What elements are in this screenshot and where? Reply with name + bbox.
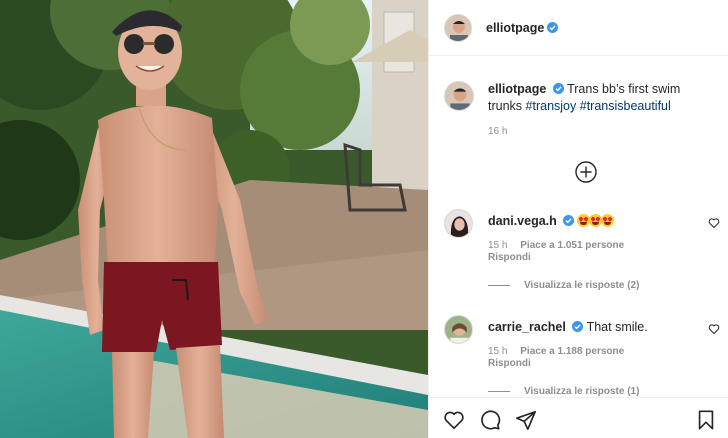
post-sidebar: elliotpage elliotpage Trans bb’s first s…	[428, 0, 728, 438]
hashtag-link[interactable]: #transisbeautiful	[580, 99, 671, 113]
caption-avatar[interactable]	[444, 81, 474, 111]
verified-badge-icon	[552, 83, 564, 94]
comments-list[interactable]: elliotpage Trans bb’s first swim trunks …	[429, 57, 728, 397]
comment-username[interactable]: carrie_rachel	[488, 320, 566, 334]
like-comment-heart-icon[interactable]	[708, 217, 720, 229]
hashtag-link[interactable]: #transjoy	[526, 99, 577, 113]
share-icon[interactable]	[515, 409, 537, 431]
commenter-avatar[interactable]	[444, 209, 473, 238]
plus-circle-icon[interactable]	[575, 161, 597, 183]
comment-likes[interactable]: Piace a 1.188 persone	[520, 346, 624, 357]
verified-badge-icon	[547, 22, 559, 33]
comment-text: That smile.	[586, 320, 648, 334]
verified-badge-icon	[563, 215, 575, 226]
photo-scene	[0, 0, 428, 438]
heart-eyes-emoji-icon	[600, 214, 614, 227]
caption-timestamp[interactable]: 16 h	[488, 126, 507, 137]
like-comment-heart-icon[interactable]	[708, 323, 720, 335]
view-replies-button[interactable]: Visualizza le risposte (1)	[488, 386, 639, 397]
header-username[interactable]: elliotpage	[486, 21, 544, 35]
view-replies-button[interactable]: Visualizza le risposte (2)	[488, 280, 639, 291]
commenter-avatar[interactable]	[444, 315, 473, 344]
comment-item: dani.vega.h 15 h Piace a 1.051 persone R…	[444, 209, 728, 299]
verified-badge-icon	[572, 321, 584, 332]
comment-timestamp[interactable]: 15 h	[488, 240, 507, 251]
bookmark-icon[interactable]	[695, 409, 717, 431]
post-header: elliotpage	[429, 0, 728, 56]
comment-timestamp[interactable]: 15 h	[488, 346, 507, 357]
post-photo[interactable]	[0, 0, 428, 438]
comment-icon[interactable]	[479, 409, 501, 431]
reply-button[interactable]: Rispondi	[488, 358, 531, 369]
comment-username[interactable]: dani.vega.h	[488, 214, 557, 228]
caption-username[interactable]: elliotpage	[488, 82, 546, 96]
reply-button[interactable]: Rispondi	[488, 252, 531, 263]
heart-eyes-emoji-icon	[576, 214, 590, 227]
comment-likes[interactable]: Piace a 1.051 persone	[520, 240, 624, 251]
avatar[interactable]	[444, 13, 472, 42]
post-caption: elliotpage Trans bb’s first swim trunks …	[444, 81, 719, 115]
action-bar	[429, 397, 728, 438]
comment-item: carrie_rachel That smile. 15 h Piace a 1…	[444, 315, 728, 397]
heart-icon[interactable]	[443, 409, 465, 431]
instagram-post: elliotpage elliotpage Trans bb’s first s…	[0, 0, 728, 438]
heart-eyes-emoji-icon	[588, 214, 602, 227]
